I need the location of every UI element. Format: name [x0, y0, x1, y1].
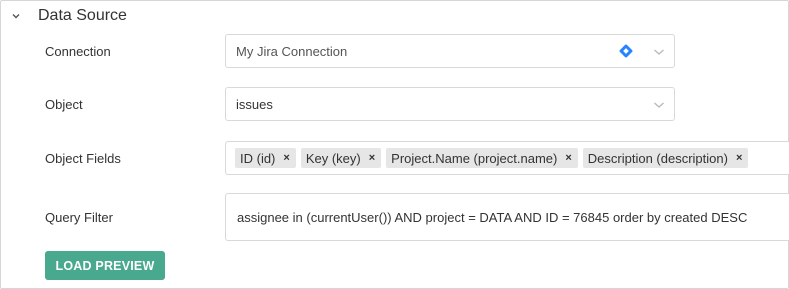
remove-tag-icon[interactable]: ×: [565, 152, 571, 164]
object-fields-multiselect[interactable]: ID (id) × Key (key) × Project.Name (proj…: [225, 141, 789, 175]
object-label: Object: [45, 97, 83, 112]
field-tag: Key (key) ×: [300, 148, 382, 168]
tag-label: Description (description): [587, 150, 728, 166]
field-tag: Project.Name (project.name) ×: [386, 148, 578, 168]
query-filter-input[interactable]: assignee in (currentUser()) AND project …: [225, 193, 789, 241]
tag-label: Key (key): [305, 150, 361, 166]
chevron-down-icon[interactable]: [9, 9, 23, 23]
object-fields-label: Object Fields: [45, 151, 121, 166]
load-preview-button[interactable]: LOAD PREVIEW: [45, 251, 165, 280]
connection-select[interactable]: My Jira Connection: [225, 34, 675, 68]
tag-label: Project.Name (project.name): [391, 150, 558, 166]
section-title: Data Source: [38, 7, 127, 24]
field-tag: ID (id) ×: [235, 148, 296, 168]
remove-tag-icon[interactable]: ×: [283, 152, 289, 164]
connection-value: My Jira Connection: [236, 43, 348, 59]
field-tag: Description (description) ×: [582, 148, 749, 168]
section-header[interactable]: Data Source: [9, 7, 127, 25]
tag-label: ID (id): [240, 150, 276, 166]
jira-diamond-icon: [618, 43, 634, 59]
remove-tag-icon[interactable]: ×: [369, 152, 375, 164]
data-source-panel: Data Source Connection My Jira Connectio…: [0, 0, 789, 289]
chevron-down-icon[interactable]: [652, 45, 666, 59]
object-select[interactable]: issues: [225, 87, 675, 121]
object-value: issues: [236, 96, 273, 112]
query-filter-label: Query Filter: [45, 210, 113, 225]
connection-label: Connection: [45, 44, 111, 59]
remove-tag-icon[interactable]: ×: [736, 152, 742, 164]
chevron-down-icon[interactable]: [652, 98, 666, 112]
